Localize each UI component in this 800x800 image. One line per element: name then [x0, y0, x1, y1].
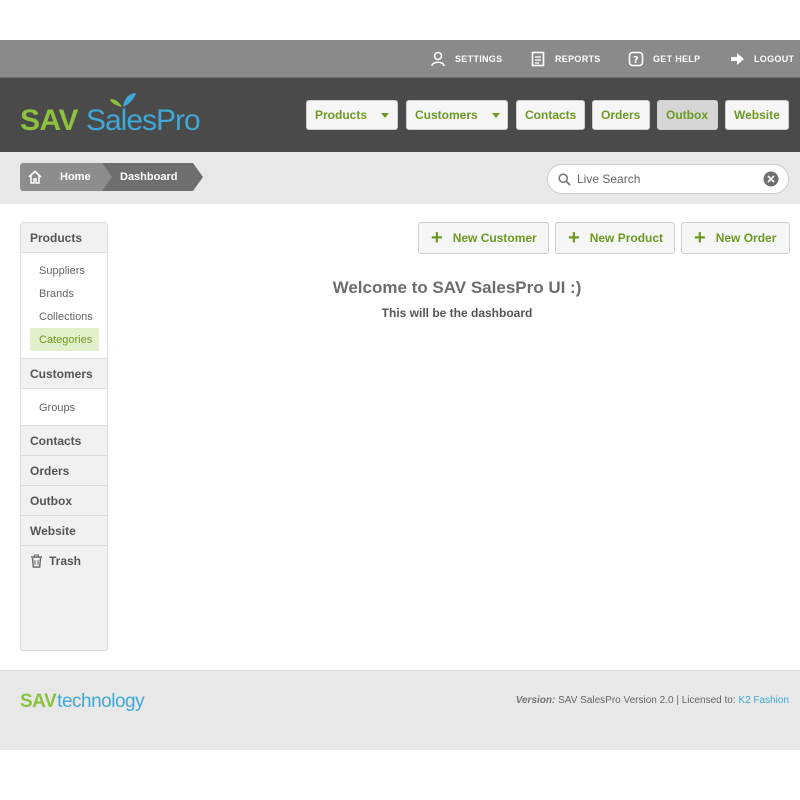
logout-label: LOGOUT: [754, 54, 795, 64]
reports-link[interactable]: REPORTS: [530, 40, 601, 78]
licensee-link[interactable]: K2 Fashion: [738, 695, 789, 706]
products-submenu: Suppliers Brands Collections Categories: [21, 253, 107, 359]
sidebar-item-label: Website: [30, 523, 76, 538]
new-product-label: New Product: [589, 231, 664, 245]
home-icon: [28, 170, 42, 184]
sidebar-item-label: Trash: [49, 554, 82, 568]
new-order-label: New Order: [715, 231, 777, 245]
breadcrumb-home-label: Home: [60, 171, 91, 183]
logo-salespro: SalesPro: [85, 93, 201, 137]
breadcrumb-home[interactable]: Home: [20, 163, 112, 191]
new-product-button[interactable]: + New Product: [555, 222, 675, 254]
logo-sav: SAV: [20, 104, 78, 137]
live-search: [547, 164, 789, 194]
help-link[interactable]: ? GET HELP: [628, 40, 700, 78]
footer-logo-sav: SAV: [20, 691, 57, 712]
logo-salespro-text: SalesPro: [85, 104, 201, 137]
footer: SAV technology Version: SAV SalesPro Ver…: [0, 670, 800, 750]
sidebar-item-products[interactable]: Products: [21, 223, 107, 253]
trash-icon: [31, 554, 42, 568]
leaf-icon: [109, 93, 136, 107]
welcome-heading: Welcome to SAV SalesPro UI :): [332, 278, 582, 297]
nav-outbox-label: Outbox: [666, 108, 708, 122]
sidebar-item-trash[interactable]: Trash: [21, 546, 107, 576]
sidebar-item-label: Customers: [30, 366, 93, 381]
sidebar-item-contacts[interactable]: Contacts: [21, 426, 107, 456]
sidebar: Products Suppliers Brands Collections Ca…: [20, 222, 108, 651]
sidebar-subitem-label: Collections: [39, 310, 93, 323]
plus-icon: +: [431, 227, 443, 249]
plus-icon: +: [568, 227, 580, 249]
sidebar-item-label: Contacts: [30, 433, 82, 448]
plus-icon: +: [694, 227, 706, 249]
nav-contacts[interactable]: Contacts: [516, 100, 585, 130]
footer-logo-technology: technology: [57, 691, 145, 712]
nav-customers[interactable]: Customers: [406, 100, 508, 130]
app-header: SAV SalesPro Products Customers Contacts…: [0, 78, 800, 152]
sidebar-subitem-brands[interactable]: Brands: [21, 282, 107, 305]
nav-customers-label: Customers: [415, 108, 478, 122]
help-icon: ?: [628, 51, 644, 67]
sidebar-subitem-groups[interactable]: Groups: [21, 396, 107, 419]
version-text: SAV SalesPro Version 2.0 | Licensed to:: [555, 695, 739, 706]
clear-icon[interactable]: [763, 171, 779, 187]
breadcrumb: Home Dashboard: [20, 163, 204, 191]
sidebar-subitem-suppliers[interactable]: Suppliers: [21, 259, 107, 282]
sidebar-item-outbox[interactable]: Outbox: [21, 486, 107, 516]
nav-contacts-label: Contacts: [525, 108, 577, 122]
user-icon: [431, 51, 445, 67]
nav-orders[interactable]: Orders: [592, 100, 650, 130]
search-input[interactable]: [577, 172, 757, 186]
app-logo[interactable]: SAV SalesPro: [20, 93, 201, 137]
new-customer-button[interactable]: + New Customer: [418, 222, 549, 254]
sidebar-subitem-label: Groups: [39, 401, 76, 414]
help-label: GET HELP: [653, 54, 701, 64]
logout-link[interactable]: LOGOUT: [730, 40, 794, 78]
breadcrumb-dashboard-label: Dashboard: [120, 171, 178, 183]
nav-website[interactable]: Website: [725, 100, 789, 130]
welcome-subtitle: This will be the dashboard: [381, 306, 533, 320]
sidebar-subitem-label: Categories: [39, 333, 93, 346]
nav-outbox[interactable]: Outbox: [657, 100, 718, 130]
sidebar-subitem-collections[interactable]: Collections: [21, 305, 107, 328]
breadcrumb-dashboard[interactable]: Dashboard: [102, 163, 204, 191]
nav-website-label: Website: [734, 108, 780, 122]
search-icon: [558, 172, 571, 186]
utility-bar: SETTINGS REPORTS ? GET HELP LOGOUT: [0, 40, 800, 78]
arrow-right-icon: [731, 53, 744, 65]
customers-submenu: Groups: [21, 389, 107, 426]
sidebar-subitem-categories[interactable]: Categories: [30, 328, 99, 351]
new-customer-label: New Customer: [452, 231, 537, 245]
nav-orders-label: Orders: [601, 108, 641, 122]
caret-down-icon: [381, 112, 390, 118]
document-icon: [531, 51, 545, 67]
settings-link[interactable]: SETTINGS: [430, 40, 502, 78]
new-order-button[interactable]: + New Order: [681, 222, 790, 254]
settings-label: SETTINGS: [455, 54, 503, 64]
sidebar-item-website[interactable]: Website: [21, 516, 107, 546]
caret-down-icon: [491, 112, 500, 118]
footer-logo[interactable]: SAV technology: [20, 687, 145, 713]
version-label: Version:: [515, 695, 556, 706]
sidebar-item-orders[interactable]: Orders: [21, 456, 107, 486]
sidebar-subitem-label: Suppliers: [39, 264, 85, 277]
sidebar-subitem-label: Brands: [39, 287, 74, 300]
sidebar-item-customers[interactable]: Customers: [21, 359, 107, 389]
sidebar-item-label: Orders: [30, 463, 70, 478]
version-info: Version: SAV SalesPro Version 2.0 | Lice…: [516, 695, 789, 706]
sidebar-item-label: Outbox: [30, 493, 72, 508]
nav-products[interactable]: Products: [306, 100, 398, 130]
nav-products-label: Products: [315, 108, 368, 122]
svg-text:?: ?: [633, 55, 639, 66]
reports-label: REPORTS: [555, 54, 601, 64]
sidebar-item-label: Products: [30, 230, 83, 245]
